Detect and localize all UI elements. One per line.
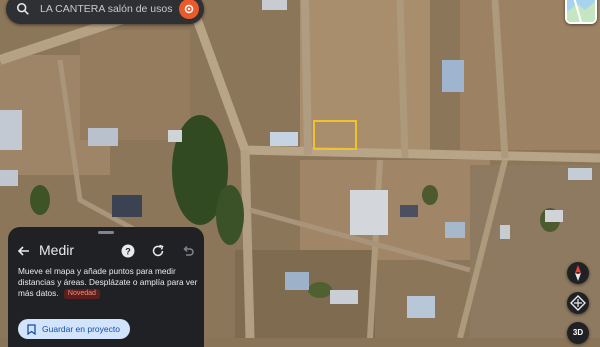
compass-icon [575,265,581,281]
undo-icon[interactable] [181,244,195,258]
back-arrow-icon[interactable] [16,243,32,259]
panel-header: Medir ? [8,241,204,261]
search-input[interactable]: LA CANTERA salón de usos multipl [40,3,175,15]
description-text: Mueve el mapa y añade puntos para medir … [18,266,198,298]
svg-text:?: ? [125,247,131,257]
drag-handle[interactable] [98,231,114,234]
save-button-label: Guardar en proyecto [42,324,120,334]
search-bar[interactable]: LA CANTERA salón de usos multipl [6,0,204,24]
bookmark-icon [27,323,36,335]
measure-panel: Medir ? Mueve el mapa y añade puntos par… [8,227,204,347]
layers-thumbnail[interactable] [565,0,597,24]
panel-description: Mueve el mapa y añade puntos para medir … [18,266,200,299]
help-icon[interactable]: ? [121,244,135,258]
tilt-button[interactable] [567,292,589,314]
layers-icon [567,0,595,22]
location-pin-icon[interactable] [179,0,199,19]
compass-button[interactable] [567,262,589,284]
save-to-project-button[interactable]: Guardar en proyecto [18,319,130,339]
panel-title: Medir [39,242,75,258]
search-icon[interactable] [16,2,30,16]
3d-toggle-button[interactable]: 3D [567,322,589,344]
refresh-icon[interactable] [151,244,165,258]
tilt-icon [570,295,586,311]
new-badge: Novedad [63,289,100,299]
